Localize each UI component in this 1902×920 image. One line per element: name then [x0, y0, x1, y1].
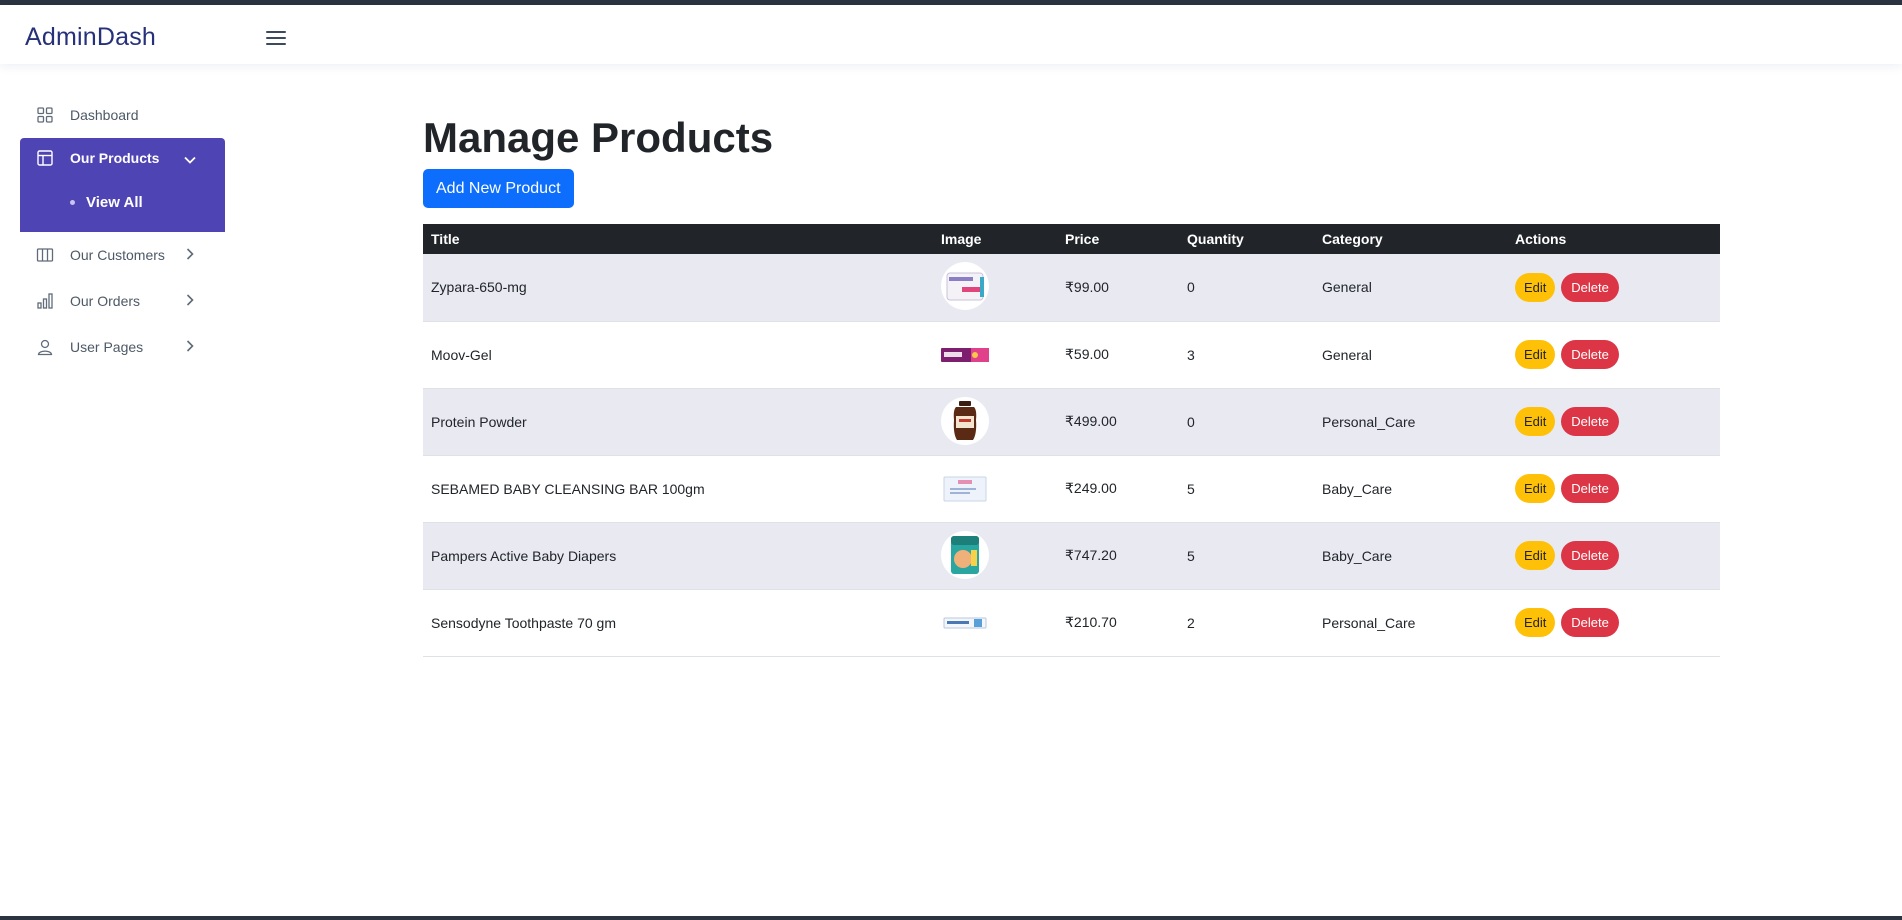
products-table: Title Image Price Quantity Category Acti…: [423, 224, 1720, 657]
sidebar-item-label: User Pages: [70, 339, 144, 355]
delete-button[interactable]: Delete: [1561, 407, 1619, 436]
edit-button[interactable]: Edit: [1515, 474, 1556, 503]
sidebar-item-customers[interactable]: Our Customers: [20, 232, 225, 278]
table-header-row: Title Image Price Quantity Category Acti…: [423, 224, 1720, 254]
product-image-soap-box: [941, 465, 989, 513]
product-image-protein-jar: [941, 396, 989, 445]
chevron-right-icon: [186, 340, 194, 352]
sidebar-group-products: Our Products View All: [20, 138, 225, 232]
product-quantity: 5: [1187, 480, 1195, 497]
product-title: SEBAMED BABY CLEANSING BAR 100gm: [431, 480, 705, 497]
column-header-image: Image: [933, 224, 1057, 254]
main-content: Manage Products Add New Product Title Im…: [423, 110, 1720, 657]
chevron-right-icon: [186, 294, 194, 306]
delete-button[interactable]: Delete: [1561, 474, 1619, 503]
product-quantity: 0: [1187, 279, 1195, 296]
sidebar-item-orders[interactable]: Our Orders: [20, 278, 225, 324]
sidebar-item-label: Our Products: [70, 150, 160, 166]
product-image-diaper-pack: [941, 530, 989, 579]
grid-icon: [36, 106, 54, 124]
header: AdminDash: [0, 5, 1902, 64]
column-header-quantity: Quantity: [1179, 224, 1314, 254]
product-quantity: 2: [1187, 614, 1195, 631]
delete-button[interactable]: Delete: [1561, 541, 1619, 570]
product-category: General: [1322, 279, 1372, 296]
sidebar-item-user-pages[interactable]: User Pages: [20, 324, 225, 370]
sidebar-item-label: Our Customers: [70, 247, 165, 263]
bullet-icon: [70, 199, 75, 205]
delete-button[interactable]: Delete: [1561, 272, 1619, 302]
sidebar-item-label: Dashboard: [70, 107, 139, 123]
column-header-price: Price: [1057, 224, 1179, 254]
product-title: Zypara-650-mg: [431, 279, 527, 296]
product-price: ₹747.20: [1065, 547, 1117, 563]
table-row: SEBAMED BABY CLEANSING BAR 100gm ₹249.00…: [423, 455, 1720, 522]
product-price: ₹59.00: [1065, 346, 1109, 362]
product-image-medicine-box: [941, 262, 989, 311]
product-category: Personal_Care: [1322, 614, 1416, 631]
product-price: ₹249.00: [1065, 480, 1117, 496]
column-header-title: Title: [423, 224, 933, 254]
product-title: Sensodyne Toothpaste 70 gm: [431, 614, 616, 631]
product-price: ₹210.70: [1065, 614, 1117, 630]
table-row: Protein Powder ₹499.00 0 Personal_Care E…: [423, 388, 1720, 455]
product-quantity: 3: [1187, 346, 1195, 363]
product-quantity: 5: [1187, 547, 1195, 564]
delete-button[interactable]: Delete: [1561, 340, 1619, 369]
sidebar-item-dashboard[interactable]: Dashboard: [20, 92, 225, 138]
sidebar-subitem-view-all[interactable]: View All: [20, 178, 225, 226]
app-logo[interactable]: AdminDash: [25, 23, 156, 52]
edit-button[interactable]: Edit: [1515, 407, 1556, 436]
product-price: ₹499.00: [1065, 413, 1117, 429]
table-row: Sensodyne Toothpaste 70 gm ₹210.70 2 Per…: [423, 589, 1720, 656]
column-header-category: Category: [1314, 224, 1507, 254]
table-row: Zypara-650-mg ₹99.00 0 General Edit Dele…: [423, 254, 1720, 321]
person-icon: [36, 338, 54, 356]
product-title: Moov-Gel: [431, 346, 492, 363]
product-quantity: 0: [1187, 413, 1195, 430]
columns-icon: [36, 246, 54, 264]
sidebar-subitem-label: View All: [86, 193, 143, 211]
page-title: Manage Products: [423, 114, 774, 161]
chevron-right-icon: [186, 248, 194, 260]
product-category: Baby_Care: [1322, 547, 1393, 564]
layout-icon: [36, 149, 54, 167]
bottom-border: [0, 916, 1902, 920]
menu-toggle-icon[interactable]: [266, 31, 286, 47]
add-product-button[interactable]: Add New Product: [423, 169, 574, 208]
chevron-down-icon: [184, 156, 196, 164]
product-category: Personal_Care: [1322, 413, 1416, 430]
product-title: Pampers Active Baby Diapers: [431, 547, 617, 564]
table-row: Moov-Gel ₹59.00 3 General Edit Delete: [423, 321, 1720, 388]
edit-button[interactable]: Edit: [1515, 340, 1556, 369]
edit-button[interactable]: Edit: [1515, 272, 1556, 302]
sidebar-item-products[interactable]: Our Products: [20, 138, 225, 178]
column-header-actions: Actions: [1507, 224, 1720, 254]
sidebar: Dashboard Our Products View All Our Cust…: [20, 92, 225, 370]
product-title: Protein Powder: [431, 413, 527, 430]
product-category: General: [1322, 346, 1372, 363]
product-price: ₹99.00: [1065, 278, 1109, 295]
bar-chart-icon: [36, 292, 54, 310]
edit-button[interactable]: Edit: [1515, 541, 1556, 570]
sidebar-item-label: Our Orders: [70, 293, 141, 309]
product-image-toothpaste-box: [941, 599, 989, 647]
edit-button[interactable]: Edit: [1515, 608, 1556, 637]
product-category: Baby_Care: [1322, 480, 1393, 497]
product-image-moov-tube: [941, 331, 989, 379]
delete-button[interactable]: Delete: [1561, 608, 1619, 637]
table-row: Pampers Active Baby Diapers ₹747.20 5 Ba…: [423, 522, 1720, 589]
